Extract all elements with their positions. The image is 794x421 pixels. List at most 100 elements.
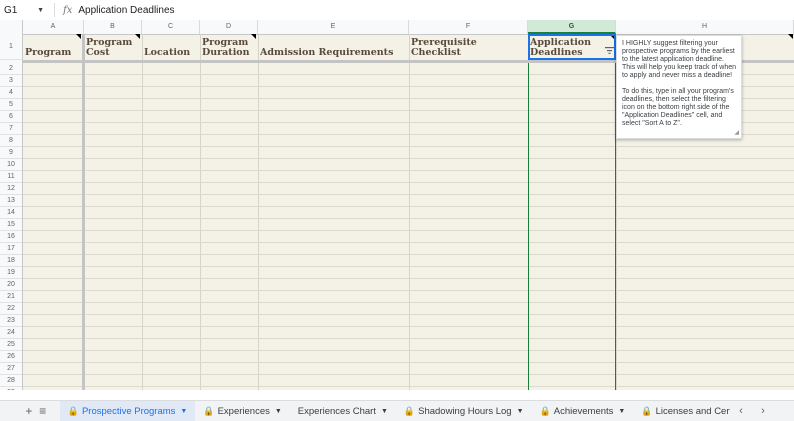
gridline: [23, 182, 794, 183]
row-header[interactable]: 24: [0, 327, 22, 339]
row-header[interactable]: 21: [0, 291, 22, 303]
column-header-e[interactable]: E: [258, 20, 409, 34]
formula-input[interactable]: Application Deadlines: [78, 5, 174, 16]
row-header[interactable]: 4: [0, 87, 22, 99]
row-header[interactable]: 16: [0, 231, 22, 243]
gridline: [23, 326, 794, 327]
caret-down-icon[interactable]: ▼: [517, 408, 524, 415]
tab-label: Achievements: [553, 405, 614, 417]
lock-icon: 🔒: [67, 405, 79, 416]
header-cell-program[interactable]: Program: [23, 34, 82, 60]
gridline: [23, 170, 794, 171]
tab-experiences-chart[interactable]: Experiences Chart ▼: [290, 401, 396, 421]
add-sheet-icon[interactable]: +: [22, 404, 36, 418]
note-paragraph: I HIGHLY suggest filtering your prospect…: [622, 40, 736, 79]
row-header[interactable]: 28: [0, 375, 22, 387]
gridline: [23, 242, 794, 243]
row-header[interactable]: 20: [0, 279, 22, 291]
row-header[interactable]: 14: [0, 207, 22, 219]
lock-icon: 🔒: [539, 405, 551, 416]
gridline: [23, 206, 794, 207]
gridline: [23, 338, 794, 339]
caret-down-icon[interactable]: ▼: [275, 408, 282, 415]
caret-down-icon[interactable]: ▼: [180, 408, 187, 415]
gridline: [23, 146, 794, 147]
header-cell-program-cost[interactable]: Program Cost: [84, 34, 142, 60]
frozen-column-divider[interactable]: [82, 34, 85, 390]
row-header[interactable]: 9: [0, 147, 22, 159]
column-header-d[interactable]: D: [200, 20, 258, 34]
scroll-left-icon[interactable]: ‹: [730, 405, 752, 417]
row-header[interactable]: 7: [0, 123, 22, 135]
row-header[interactable]: 26: [0, 351, 22, 363]
gridline: [23, 362, 794, 363]
column-header-f[interactable]: F: [409, 20, 528, 34]
cell-ref: G1: [4, 4, 18, 16]
tab-label: Experiences Chart: [297, 405, 376, 417]
row-header[interactable]: 18: [0, 255, 22, 267]
tab-experiences[interactable]: 🔒 Experiences ▼: [195, 401, 289, 421]
row-header[interactable]: 3: [0, 75, 22, 87]
formula-bar: G1 ▼ fx Application Deadlines: [0, 0, 794, 21]
header-cell-admission-requirements[interactable]: Admission Requirements: [258, 34, 409, 60]
row-header[interactable]: 22: [0, 303, 22, 315]
row-headers: 1 2 3 4 5 6 7 8 9 10 11 12 13 14 15 16 1…: [0, 34, 23, 390]
row-header[interactable]: 10: [0, 159, 22, 171]
gridline: [142, 34, 143, 390]
gridline: [200, 34, 201, 390]
tab-licenses-and-certifications[interactable]: 🔒 Licenses and Certifications: [633, 401, 730, 421]
column-header-b[interactable]: B: [84, 20, 142, 34]
dropdown-arrow-icon[interactable]: ▼: [37, 7, 44, 14]
all-sheets-menu-icon[interactable]: ≡: [36, 404, 50, 418]
column-header-a[interactable]: A: [23, 20, 84, 34]
header-cell-location[interactable]: Location: [142, 34, 200, 60]
selected-cell[interactable]: [528, 34, 616, 60]
column-header-h[interactable]: H: [616, 20, 794, 34]
row-header[interactable]: 23: [0, 315, 22, 327]
column-header-c[interactable]: C: [142, 20, 200, 34]
lock-icon: 🔒: [641, 405, 653, 416]
row-header[interactable]: 17: [0, 243, 22, 255]
row-header[interactable]: 29: [0, 387, 22, 390]
divider: [54, 3, 55, 17]
gridline: [23, 266, 794, 267]
resize-handle-icon[interactable]: ◢: [734, 129, 739, 137]
name-box[interactable]: G1 ▼: [0, 5, 50, 16]
selected-column-highlight: [528, 34, 616, 390]
row-header[interactable]: 12: [0, 183, 22, 195]
scroll-right-icon[interactable]: ›: [752, 405, 774, 417]
gridline: [23, 218, 794, 219]
row-header[interactable]: 11: [0, 171, 22, 183]
header-cell-program-duration[interactable]: Program Duration: [200, 34, 258, 60]
tab-label: Prospective Programs: [81, 405, 176, 417]
gridline: [23, 158, 794, 159]
cell-note-popup[interactable]: I HIGHLY suggest filtering your prospect…: [616, 35, 742, 139]
row-header[interactable]: 27: [0, 363, 22, 375]
gridline: [23, 350, 794, 351]
note-indicator-icon: [788, 34, 793, 39]
note-indicator-icon: [76, 34, 81, 39]
row-header[interactable]: 6: [0, 111, 22, 123]
gridline: [258, 34, 259, 390]
tab-achievements[interactable]: 🔒 Achievements ▼: [532, 401, 634, 421]
tab-shadowing-hours-log[interactable]: 🔒 Shadowing Hours Log ▼: [396, 401, 532, 421]
filter-icon[interactable]: [605, 46, 614, 56]
row-header[interactable]: 25: [0, 339, 22, 351]
row-header[interactable]: 8: [0, 135, 22, 147]
select-all-corner[interactable]: [0, 20, 23, 34]
caret-down-icon[interactable]: ▼: [381, 408, 388, 415]
note-paragraph: To do this, type in all your program's d…: [622, 88, 734, 127]
row-header[interactable]: 5: [0, 99, 22, 111]
row-header[interactable]: 19: [0, 267, 22, 279]
row-header[interactable]: 1: [0, 34, 22, 60]
tab-scroll-buttons: ‹ ›: [730, 405, 794, 417]
column-header-g[interactable]: G: [528, 20, 616, 34]
caret-down-icon[interactable]: ▼: [618, 408, 625, 415]
tab-prospective-programs[interactable]: 🔒 Prospective Programs ▼: [59, 401, 196, 421]
sheet-tab-bar: + ≡ 🔒 Prospective Programs ▼ 🔒 Experienc…: [0, 400, 794, 421]
header-cell-prerequisite-checklist[interactable]: Prerequisite Checklist: [409, 34, 528, 60]
row-header[interactable]: 2: [0, 63, 22, 75]
row-header[interactable]: 15: [0, 219, 22, 231]
row-header[interactable]: 13: [0, 195, 22, 207]
gridline: [23, 194, 794, 195]
